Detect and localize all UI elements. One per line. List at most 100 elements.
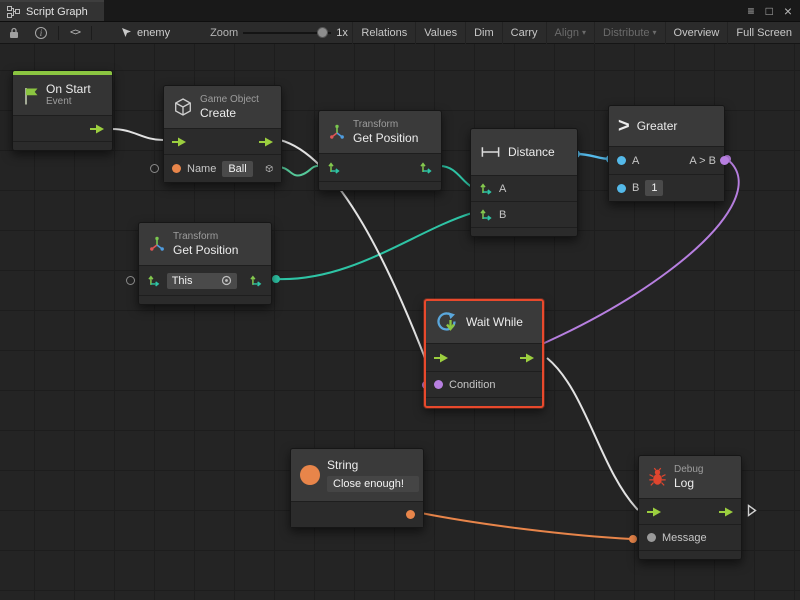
chevron-down-icon: ▾ bbox=[582, 28, 586, 37]
dim-button[interactable]: Dim bbox=[465, 22, 502, 44]
node-title: Create bbox=[200, 106, 259, 120]
condition-input-port[interactable] bbox=[434, 380, 443, 389]
graph-toolbar: i <> enemy Zoom 1x Relations Values Dim … bbox=[0, 22, 800, 44]
string-icon bbox=[300, 465, 320, 485]
wire-onstart-to-create[interactable] bbox=[112, 129, 163, 140]
unconnected-port-dot[interactable] bbox=[150, 164, 159, 173]
zoom-label: Zoom bbox=[210, 27, 238, 39]
name-port-label: Name bbox=[187, 163, 216, 175]
titlebar: Script Graph ≡ □ × bbox=[0, 0, 800, 22]
node-header: String Close enough! bbox=[291, 449, 423, 501]
node-debug-log[interactable]: Debug Log Message bbox=[638, 455, 742, 560]
unconnected-port-dot[interactable] bbox=[126, 276, 135, 285]
node-title: Get Position bbox=[353, 131, 418, 145]
wire-waitwhile-to-log[interactable] bbox=[547, 358, 638, 510]
node-create[interactable]: Game Object Create Name Ball bbox=[163, 85, 282, 183]
toolbar-separator bbox=[58, 26, 59, 40]
node-distance[interactable]: Distance A B bbox=[470, 128, 578, 237]
toolbar-buttons: Relations Values Dim Carry Align▾ Distri… bbox=[352, 22, 800, 44]
gameobject-output-port[interactable] bbox=[265, 161, 273, 176]
boolean-output-port[interactable] bbox=[720, 156, 729, 165]
target-dropdown[interactable]: This bbox=[167, 273, 238, 289]
string-value-field[interactable]: Close enough! bbox=[327, 476, 419, 492]
maximize-icon[interactable]: □ bbox=[766, 5, 773, 17]
control-input-port[interactable] bbox=[172, 137, 186, 147]
flow-continue-icon bbox=[747, 504, 757, 517]
fullscreen-button[interactable]: Full Screen bbox=[727, 22, 800, 44]
wire-getposition-to-distance-a[interactable] bbox=[440, 166, 472, 187]
b-value-field[interactable]: 1 bbox=[645, 180, 663, 196]
node-footer bbox=[639, 550, 741, 559]
control-output-port[interactable] bbox=[520, 353, 534, 363]
control-output-port[interactable] bbox=[90, 124, 104, 134]
node-category: Transform bbox=[173, 231, 238, 243]
window-menu-icon[interactable]: ≡ bbox=[748, 5, 755, 17]
node-header: Wait While bbox=[426, 301, 542, 343]
node-footer bbox=[139, 295, 271, 304]
window-tab[interactable]: Script Graph bbox=[0, 0, 104, 21]
flag-icon bbox=[22, 86, 39, 105]
node-footer bbox=[426, 397, 542, 406]
node-category: Game Object bbox=[200, 94, 259, 106]
node-wait-while[interactable]: Wait While Condition bbox=[424, 299, 544, 408]
name-input-port[interactable] bbox=[172, 164, 181, 173]
wait-icon bbox=[435, 310, 459, 334]
vector-output-port[interactable] bbox=[249, 273, 263, 288]
overview-button[interactable]: Overview bbox=[665, 22, 728, 44]
vector-input-port-a[interactable] bbox=[479, 181, 493, 196]
node-get-position-left[interactable]: Transform Get Position This bbox=[138, 222, 272, 305]
wire-string-to-log[interactable] bbox=[421, 513, 632, 539]
wire-endpoint-dot bbox=[272, 275, 280, 283]
relations-button[interactable]: Relations bbox=[352, 22, 415, 44]
graph-breadcrumb[interactable]: enemy bbox=[121, 27, 170, 39]
node-greater[interactable]: > Greater A A > B B 1 bbox=[608, 105, 725, 202]
control-output-port[interactable] bbox=[259, 137, 273, 147]
wire-create-to-getposition[interactable] bbox=[278, 166, 320, 176]
node-get-position-top[interactable]: Transform Get Position bbox=[318, 110, 442, 191]
toolbar-separator bbox=[91, 26, 92, 40]
transform-input-port[interactable] bbox=[147, 273, 161, 288]
node-title: Greater bbox=[637, 119, 678, 133]
node-footer bbox=[319, 181, 441, 190]
transform-input-port[interactable] bbox=[327, 160, 341, 175]
node-header: On Start Event bbox=[13, 75, 112, 115]
values-button[interactable]: Values bbox=[415, 22, 465, 44]
string-output-port[interactable] bbox=[406, 510, 415, 519]
align-button[interactable]: Align▾ bbox=[546, 22, 594, 44]
carry-button[interactable]: Carry bbox=[502, 22, 546, 44]
script-graph-icon bbox=[7, 6, 20, 18]
number-input-port-a[interactable] bbox=[617, 156, 626, 165]
chevron-down-icon: ▾ bbox=[653, 28, 657, 37]
wire-distance-to-greater-a[interactable] bbox=[576, 154, 610, 159]
transform-axes-icon bbox=[328, 124, 346, 141]
control-input-port[interactable] bbox=[434, 353, 448, 363]
control-input-port[interactable] bbox=[647, 507, 661, 517]
port-a-label: A bbox=[499, 183, 506, 195]
zoom-slider-knob[interactable] bbox=[317, 27, 328, 38]
info-icon[interactable]: i bbox=[31, 22, 51, 44]
transform-axes-icon bbox=[148, 236, 166, 253]
node-header: Distance bbox=[471, 129, 577, 175]
graph-canvas[interactable]: On Start Event Game Object Create Name bbox=[0, 44, 800, 600]
name-field[interactable]: Ball bbox=[222, 161, 252, 177]
node-header: Debug Log bbox=[639, 456, 741, 498]
code-icon[interactable]: <> bbox=[66, 22, 84, 44]
condition-port-label: Condition bbox=[449, 379, 495, 391]
close-icon[interactable]: × bbox=[784, 4, 792, 18]
node-on-start[interactable]: On Start Event bbox=[12, 70, 113, 151]
node-header: Game Object Create bbox=[164, 86, 281, 128]
zoom-slider[interactable] bbox=[243, 22, 331, 44]
result-output-label: A > B bbox=[689, 155, 716, 167]
node-category: Transform bbox=[353, 119, 418, 131]
wire-endpoint-dot bbox=[629, 535, 637, 543]
distribute-button[interactable]: Distribute▾ bbox=[594, 22, 664, 44]
number-input-port-b[interactable] bbox=[617, 184, 626, 193]
vector-input-port-b[interactable] bbox=[479, 207, 493, 222]
cube-icon bbox=[173, 97, 193, 117]
vector-output-port[interactable] bbox=[419, 160, 433, 175]
window-title: Script Graph bbox=[26, 6, 88, 18]
control-output-port[interactable] bbox=[719, 507, 733, 517]
message-input-port[interactable] bbox=[647, 533, 656, 542]
node-string[interactable]: String Close enough! bbox=[290, 448, 424, 528]
lock-icon[interactable] bbox=[5, 22, 23, 44]
